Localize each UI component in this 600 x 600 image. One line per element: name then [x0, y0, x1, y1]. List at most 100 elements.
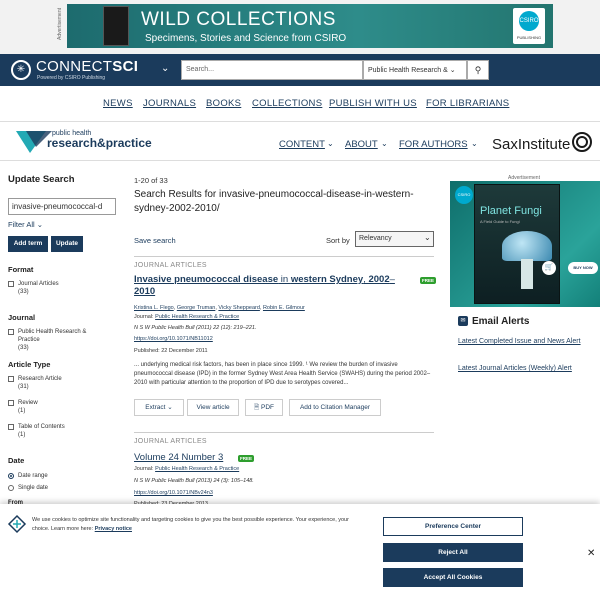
buy-now-button[interactable]: BUY NOW: [568, 262, 598, 274]
author-link[interactable]: Kristina L. Flego: [134, 305, 174, 311]
date-range-label: Date range: [18, 473, 48, 479]
logo-tagline: Powered by CSIRO Publishing: [37, 75, 106, 81]
csiro-logo-sub: PUBLISHING: [516, 35, 542, 40]
filter-all-dropdown[interactable]: Filter All ⌄: [8, 220, 43, 229]
csiro-logo: CSIRO PUBLISHING: [513, 8, 545, 44]
sax-swirl-icon: [572, 132, 592, 152]
nav-librarians[interactable]: FOR LIBRARIANS: [426, 98, 509, 109]
cookie-text: We use cookies to optimize site function…: [32, 516, 362, 534]
privacy-notice-link[interactable]: Privacy notice: [95, 526, 132, 532]
update-button[interactable]: Update: [51, 236, 83, 252]
nav-publish[interactable]: PUBLISH WITH US: [329, 98, 417, 109]
author-link[interactable]: Vicky Sheppeard: [218, 305, 259, 311]
csiro-logo-mark: CSIRO: [519, 11, 539, 31]
sax-institute-logo[interactable]: SaxInstitute: [492, 136, 570, 153]
journal-heading: Journal: [8, 313, 36, 322]
ad-title: WILD COLLECTIONS: [141, 9, 336, 30]
cookie-banner: We use cookies to optimize site function…: [0, 504, 600, 600]
pdf-button[interactable]: 🗎 PDF: [245, 399, 283, 416]
journal-link[interactable]: Public Health Research & Practice: [155, 466, 239, 472]
article-type: JOURNAL ARTICLES: [134, 262, 207, 269]
journal-checkbox[interactable]: [8, 329, 14, 335]
review-checkbox[interactable]: [8, 400, 14, 406]
update-search-title: Update Search: [8, 174, 75, 185]
search-input[interactable]: Search...: [181, 60, 363, 80]
add-term-button[interactable]: Add term: [8, 236, 48, 252]
connectsci-logo-icon: [7, 514, 27, 534]
format-option-label: Journal Articles: [18, 281, 59, 287]
article-journal: Journal: Public Health Research & Practi…: [134, 314, 239, 320]
sort-select[interactable]: Relevancy: [355, 231, 434, 247]
article-title[interactable]: Volume 24 Number 3: [134, 452, 410, 464]
accept-all-cookies-button[interactable]: Accept All Cookies: [383, 568, 523, 587]
chevron-down-icon: ⌄: [381, 139, 388, 148]
view-article-button[interactable]: View article: [187, 399, 239, 416]
journal-logo-big[interactable]: research&practice: [47, 136, 152, 150]
logo-bold: SCI: [112, 58, 139, 75]
research-article-label: Research Article: [18, 376, 62, 382]
nav-books[interactable]: BOOKS: [206, 98, 241, 109]
format-option: Journal Articles (33): [18, 280, 108, 296]
journal-link[interactable]: Public Health Research & Practice: [155, 314, 239, 320]
divider: [134, 256, 434, 257]
author-link[interactable]: George Truman: [177, 305, 216, 311]
journal-nav-authors[interactable]: FOR AUTHORS: [399, 139, 468, 150]
citation-manager-button[interactable]: Add to Citation Manager: [289, 399, 381, 416]
extract-button[interactable]: Extract ⌄: [134, 399, 184, 416]
ad-banner[interactable]: WILD COLLECTIONS Specimens, Stories and …: [67, 4, 553, 48]
title-part: –: [389, 274, 395, 285]
pdf-icon: 🗎: [253, 404, 260, 411]
doi-link[interactable]: https://doi.org/10.1071/NB11012: [134, 336, 213, 342]
journal-option: Public Health Research & Practice (33): [18, 328, 108, 352]
nav-journals[interactable]: JOURNALS: [143, 98, 196, 109]
author-link[interactable]: Robin E. Gilmour: [263, 305, 305, 311]
nav-collections[interactable]: COLLECTIONS: [252, 98, 322, 109]
journal-nav-about[interactable]: ABOUT: [345, 139, 378, 150]
chevron-down-icon[interactable]: ⌄: [161, 63, 169, 74]
book-title: Planet Fungi: [480, 205, 542, 217]
alert-link-weekly[interactable]: Latest Journal Articles (Weekly) Alert: [458, 364, 588, 374]
journal-nav-content[interactable]: CONTENT: [279, 139, 325, 150]
free-badge: FREE: [238, 455, 255, 462]
research-article-option: Research Article (31): [18, 375, 108, 391]
doi-link[interactable]: https://doi.org/10.1071/NBv24n3: [134, 490, 213, 496]
email-alerts-title: Email Alerts: [472, 316, 530, 327]
research-article-checkbox[interactable]: [8, 376, 14, 382]
toc-checkbox[interactable]: [8, 424, 14, 430]
single-date-radio[interactable]: [8, 485, 14, 491]
single-date-label: Single date: [18, 485, 49, 491]
search-icon[interactable]: ⚲: [467, 60, 489, 80]
reject-all-button[interactable]: Reject All: [383, 543, 523, 562]
alert-link-issue[interactable]: Latest Completed Issue and News Alert: [458, 337, 588, 347]
review-count: (1): [18, 408, 26, 414]
email-icon: ✉: [458, 316, 468, 326]
journal-header: public health research&practice CONTENT …: [0, 123, 600, 161]
title-part: 2010: [134, 286, 156, 297]
article-journal: Journal: Public Health Research & Practi…: [134, 466, 239, 472]
search-scope-value: Public Health Research &: [368, 67, 448, 74]
toc-count: (1): [18, 432, 26, 438]
article-doi: https://doi.org/10.1071/NB11012: [134, 336, 213, 342]
article-title[interactable]: Invasive pneumococcal disease in western…: [134, 274, 410, 298]
search-scope-select[interactable]: Public Health Research & ⌄: [363, 60, 467, 80]
close-icon[interactable]: ✕: [587, 548, 595, 559]
connectsci-logo[interactable]: CONNECTSCI: [36, 58, 138, 75]
article-type: JOURNAL ARTICLES: [134, 438, 207, 445]
toc-option: Table of Contents (1): [18, 423, 108, 439]
connectsci-logo-icon[interactable]: ✳: [11, 60, 31, 80]
main-nav: NEWS JOURNALS BOOKS COLLECTIONS PUBLISH …: [0, 86, 600, 122]
ad-subtitle: Specimens, Stories and Science from CSIR…: [145, 33, 347, 44]
update-search-input[interactable]: invasive-pneumococcal-d: [8, 198, 116, 215]
right-ad[interactable]: CSIRO Planet Fungi A Field Guide to Fung…: [450, 181, 600, 307]
format-heading: Format: [8, 265, 34, 274]
review-label: Review: [18, 400, 38, 406]
ad-label: Advertisement: [57, 8, 63, 40]
format-checkbox[interactable]: [8, 281, 14, 287]
preference-center-button[interactable]: Preference Center: [383, 517, 523, 536]
review-option: Review (1): [18, 399, 108, 415]
save-search-link[interactable]: Save search: [134, 236, 176, 245]
nav-news[interactable]: NEWS: [103, 98, 133, 109]
extract-label: Extract: [145, 404, 166, 411]
chevron-down-icon: ⌄: [471, 139, 478, 148]
date-range-radio[interactable]: [8, 473, 14, 479]
